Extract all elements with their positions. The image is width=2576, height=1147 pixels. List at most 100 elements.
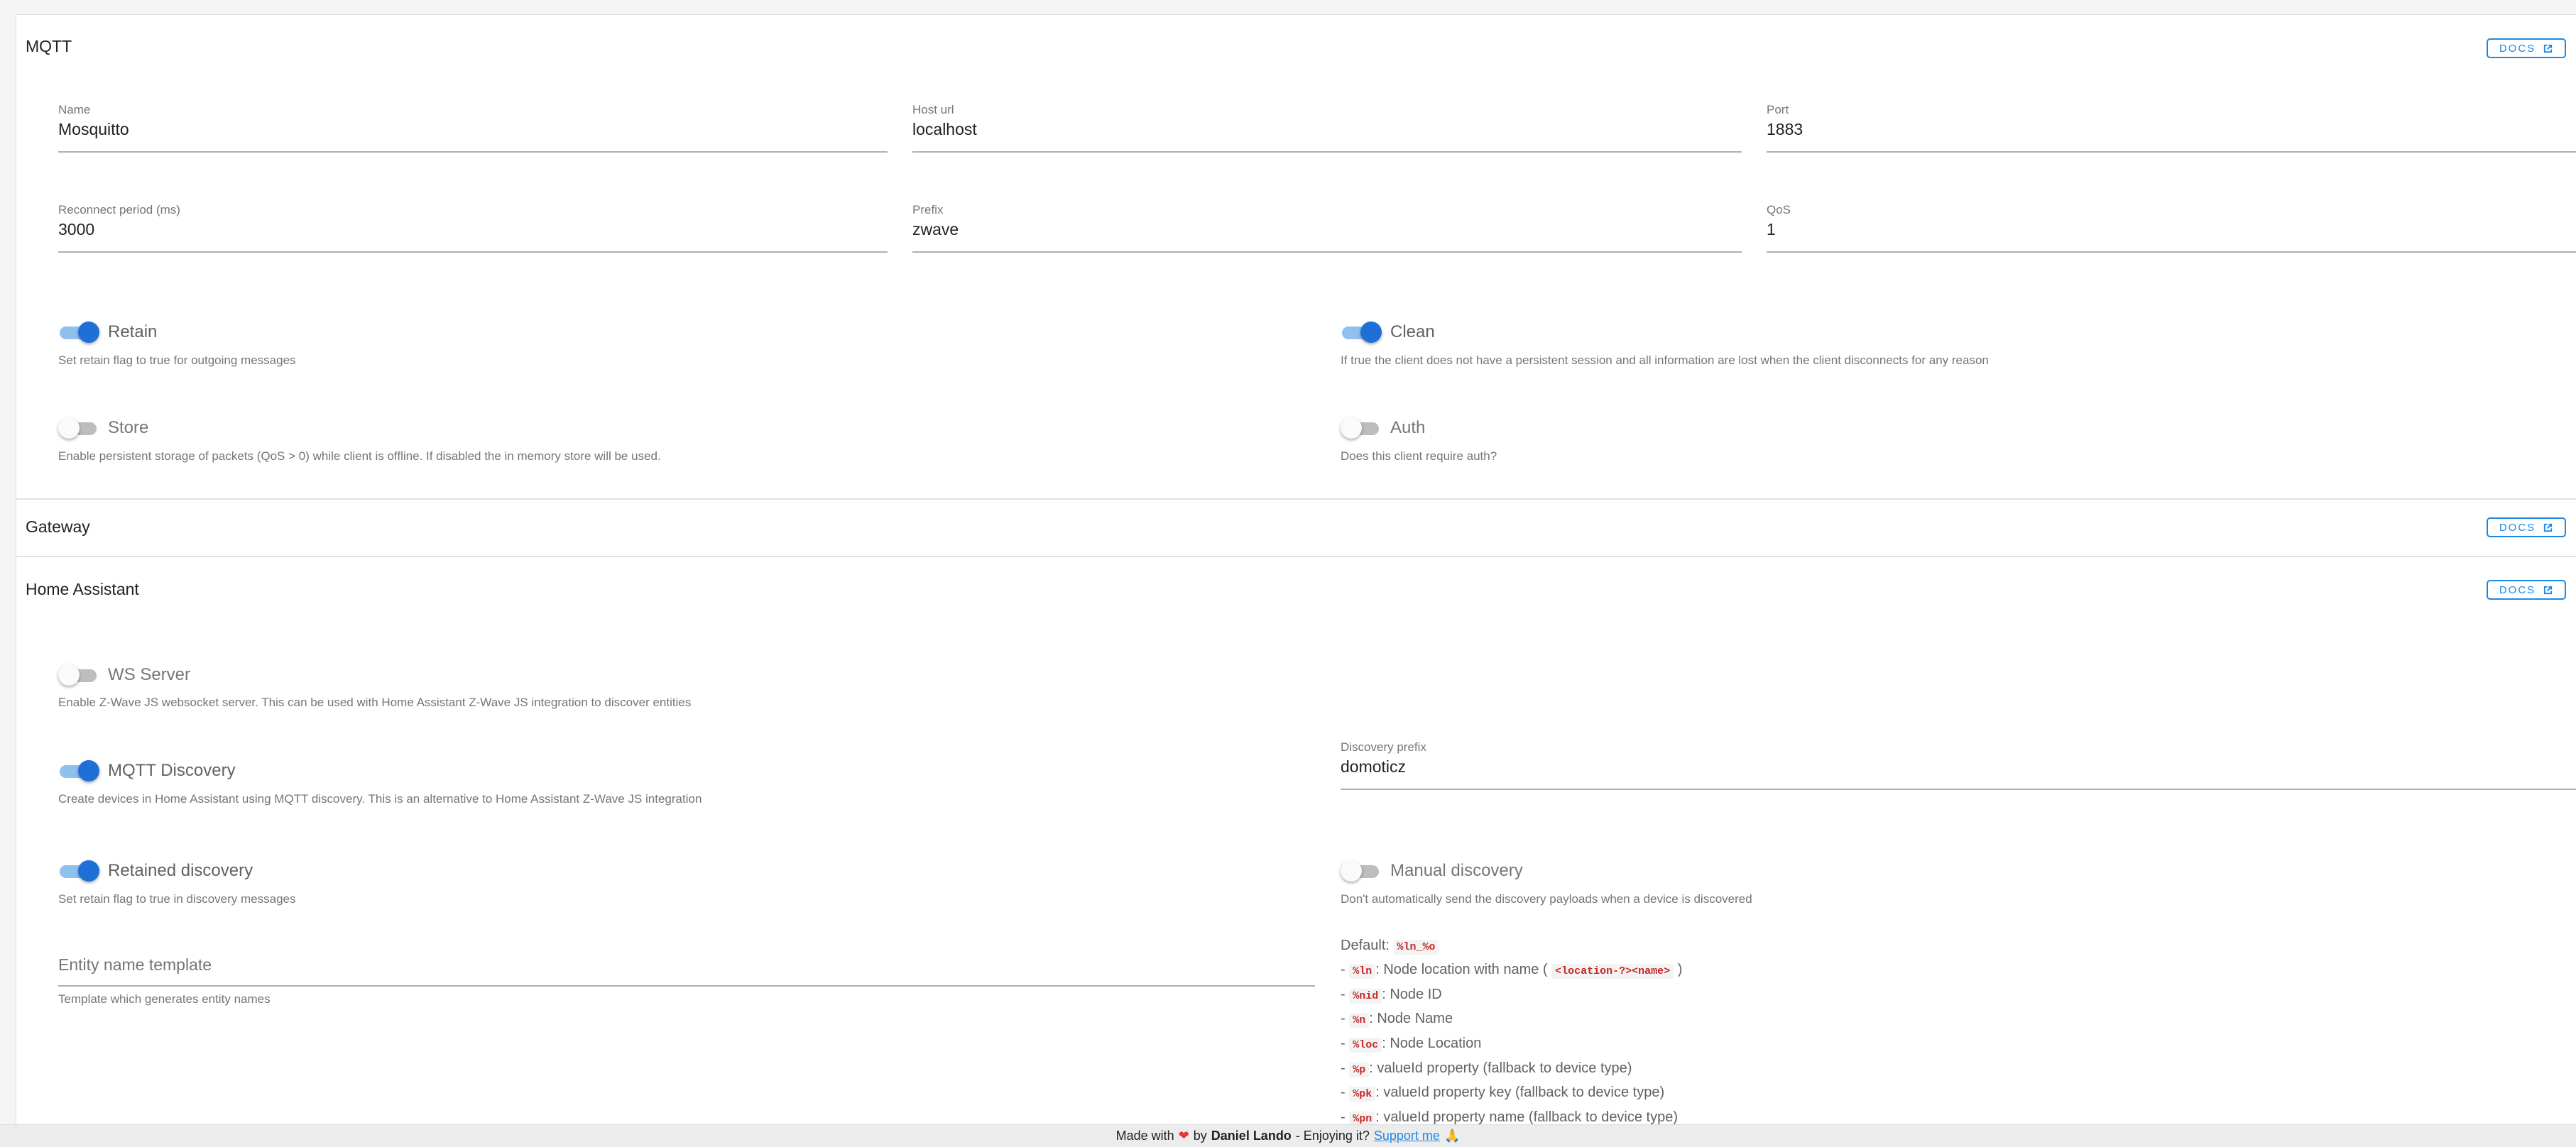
field-value[interactable]: localhost	[912, 120, 1742, 139]
legend-bullet: -	[1341, 1109, 1346, 1125]
mqtt-host-url-field[interactable]: Host url localhost	[912, 103, 1742, 153]
discovery-prefix-field[interactable]: Discovery prefix domoticz	[1341, 740, 2576, 790]
field-underline	[912, 251, 1742, 253]
field-underline	[1767, 251, 2576, 253]
field-value[interactable]: 1	[1767, 220, 2576, 239]
mqtt-docs-button[interactable]: DOCS	[2487, 38, 2566, 58]
mqtt-port-field[interactable]: Port 1883	[1767, 103, 2576, 153]
legend-code: %pk	[1349, 1087, 1376, 1102]
docs-label: DOCS	[2499, 42, 2536, 55]
mqtt-panel	[16, 14, 2576, 499]
legend-text: : valueId property key (fallback to devi…	[1375, 1085, 1665, 1100]
field-label: Reconnect period (ms)	[58, 203, 180, 216]
default-value-code: %ln_%o	[1393, 940, 1439, 955]
field-value[interactable]: domoticz	[1341, 757, 2576, 776]
legend-item-pk: - %pk: valueId property key (fallback to…	[1341, 1085, 1665, 1102]
field-underline	[1767, 151, 2576, 153]
switch-label: Retained discovery	[108, 861, 253, 880]
section-divider	[16, 556, 2576, 557]
field-label: QoS	[1767, 203, 1791, 216]
switch-label: Clean	[1390, 322, 1435, 341]
legend-item-p: - %p: valueId property (fallback to devi…	[1341, 1060, 1632, 1077]
legend-text: : valueId property name (fallback to dev…	[1375, 1109, 1679, 1125]
legend-text: : Node location with name (	[1375, 962, 1548, 977]
manual-discovery-switch-row: Manual discovery	[1341, 859, 1523, 883]
legend-text: : valueId property (fallback to device t…	[1369, 1060, 1632, 1076]
field-underline	[58, 251, 888, 253]
legend-item-pn: - %pn: valueId property name (fallback t…	[1341, 1109, 1678, 1126]
field-value[interactable]: zwave	[912, 220, 1742, 239]
field-value[interactable]: 3000	[58, 220, 888, 239]
open-in-new-icon	[2544, 523, 2553, 532]
field-value[interactable]: Mosquitto	[58, 120, 888, 139]
footer-made-with: Made with	[1115, 1129, 1174, 1143]
field-underline	[912, 151, 1742, 153]
clean-switch[interactable]	[1341, 320, 1383, 344]
field-underline	[1341, 789, 2576, 790]
auth-switch-row: Auth	[1341, 416, 1425, 440]
switch-label: Store	[108, 418, 149, 437]
mqtt-reconnect-period-field[interactable]: Reconnect period (ms) 3000	[58, 203, 888, 253]
home-assistant-docs-button[interactable]: DOCS	[2487, 580, 2566, 600]
gateway-docs-button[interactable]: DOCS	[2487, 517, 2566, 537]
open-in-new-icon	[2544, 44, 2553, 53]
entity-name-template-field[interactable]: Entity name template	[58, 951, 1315, 987]
legend-text: )	[1677, 962, 1683, 977]
retained-discovery-switch-row: Retained discovery	[58, 859, 253, 883]
ws-server-switch-row: WS Server	[58, 663, 190, 687]
legend-code: %p	[1349, 1063, 1370, 1077]
mqtt-discovery-switch[interactable]	[58, 759, 101, 783]
legend-bullet: -	[1341, 1036, 1346, 1051]
docs-label: DOCS	[2499, 521, 2536, 534]
retained-discovery-switch[interactable]	[58, 859, 101, 883]
entity-name-template-hint: Template which generates entity names	[58, 992, 271, 1006]
switch-label: WS Server	[108, 665, 191, 684]
switch-label: MQTT Discovery	[108, 761, 236, 780]
field-underline	[58, 151, 888, 153]
section-divider	[16, 498, 2576, 500]
auth-hint: Does this client require auth?	[1341, 449, 1497, 463]
legend-text: : Node ID	[1382, 987, 1442, 1002]
gateway-panel[interactable]	[16, 499, 2576, 556]
legend-bullet: -	[1341, 962, 1346, 977]
mqtt-qos-field[interactable]: QoS 1	[1767, 203, 2576, 253]
retain-hint: Set retain flag to true for outgoing mes…	[58, 353, 296, 367]
home-assistant-section-title: Home Assistant	[26, 580, 139, 598]
docs-label: DOCS	[2499, 583, 2536, 596]
gateway-section-title[interactable]: Gateway	[26, 517, 90, 537]
support-me-link[interactable]: Support me	[1374, 1129, 1440, 1143]
mqtt-discovery-hint: Create devices in Home Assistant using M…	[58, 792, 702, 806]
field-label: Discovery prefix	[1341, 740, 1426, 754]
ws-server-switch[interactable]	[58, 663, 101, 687]
legend-bullet: -	[1341, 987, 1346, 1002]
heart-icon: ❤	[1178, 1129, 1189, 1143]
retain-switch[interactable]	[58, 320, 101, 344]
default-label: Default:	[1341, 938, 1390, 953]
mqtt-discovery-switch-row: MQTT Discovery	[58, 759, 236, 783]
field-label: Port	[1767, 103, 1789, 116]
manual-discovery-switch[interactable]	[1341, 859, 1383, 883]
legend-text: : Node Location	[1382, 1036, 1482, 1051]
field-label: Name	[58, 103, 91, 116]
auth-switch[interactable]	[1341, 416, 1383, 440]
pray-icon: 🙏	[1443, 1129, 1461, 1143]
legend-bullet: -	[1341, 1085, 1346, 1100]
entity-name-template-placeholder[interactable]: Entity name template	[58, 955, 1315, 975]
switch-label: Manual discovery	[1390, 861, 1523, 880]
field-value[interactable]: 1883	[1767, 120, 2576, 139]
footer: Made with ❤ by Daniel Lando - Enjoying i…	[0, 1124, 2576, 1147]
legend-code: %loc	[1349, 1038, 1382, 1053]
legend-bullet: -	[1341, 1011, 1346, 1026]
template-default: Default: %ln_%o	[1341, 938, 1439, 955]
legend-item-ln: - %ln: Node location with name ( <locati…	[1341, 962, 1683, 979]
switch-label: Auth	[1390, 418, 1426, 437]
mqtt-prefix-field[interactable]: Prefix zwave	[912, 203, 1742, 253]
footer-enjoying: - Enjoying it?	[1295, 1129, 1370, 1143]
store-switch[interactable]	[58, 416, 101, 440]
mqtt-name-field[interactable]: Name Mosquitto	[58, 103, 888, 153]
retained-discovery-hint: Set retain flag to true in discovery mes…	[58, 892, 296, 906]
field-label: Host url	[912, 103, 954, 116]
legend-item-n: - %n: Node Name	[1341, 1011, 1453, 1028]
ws-server-hint: Enable Z-Wave JS websocket server. This …	[58, 696, 692, 709]
field-underline	[58, 985, 1315, 987]
